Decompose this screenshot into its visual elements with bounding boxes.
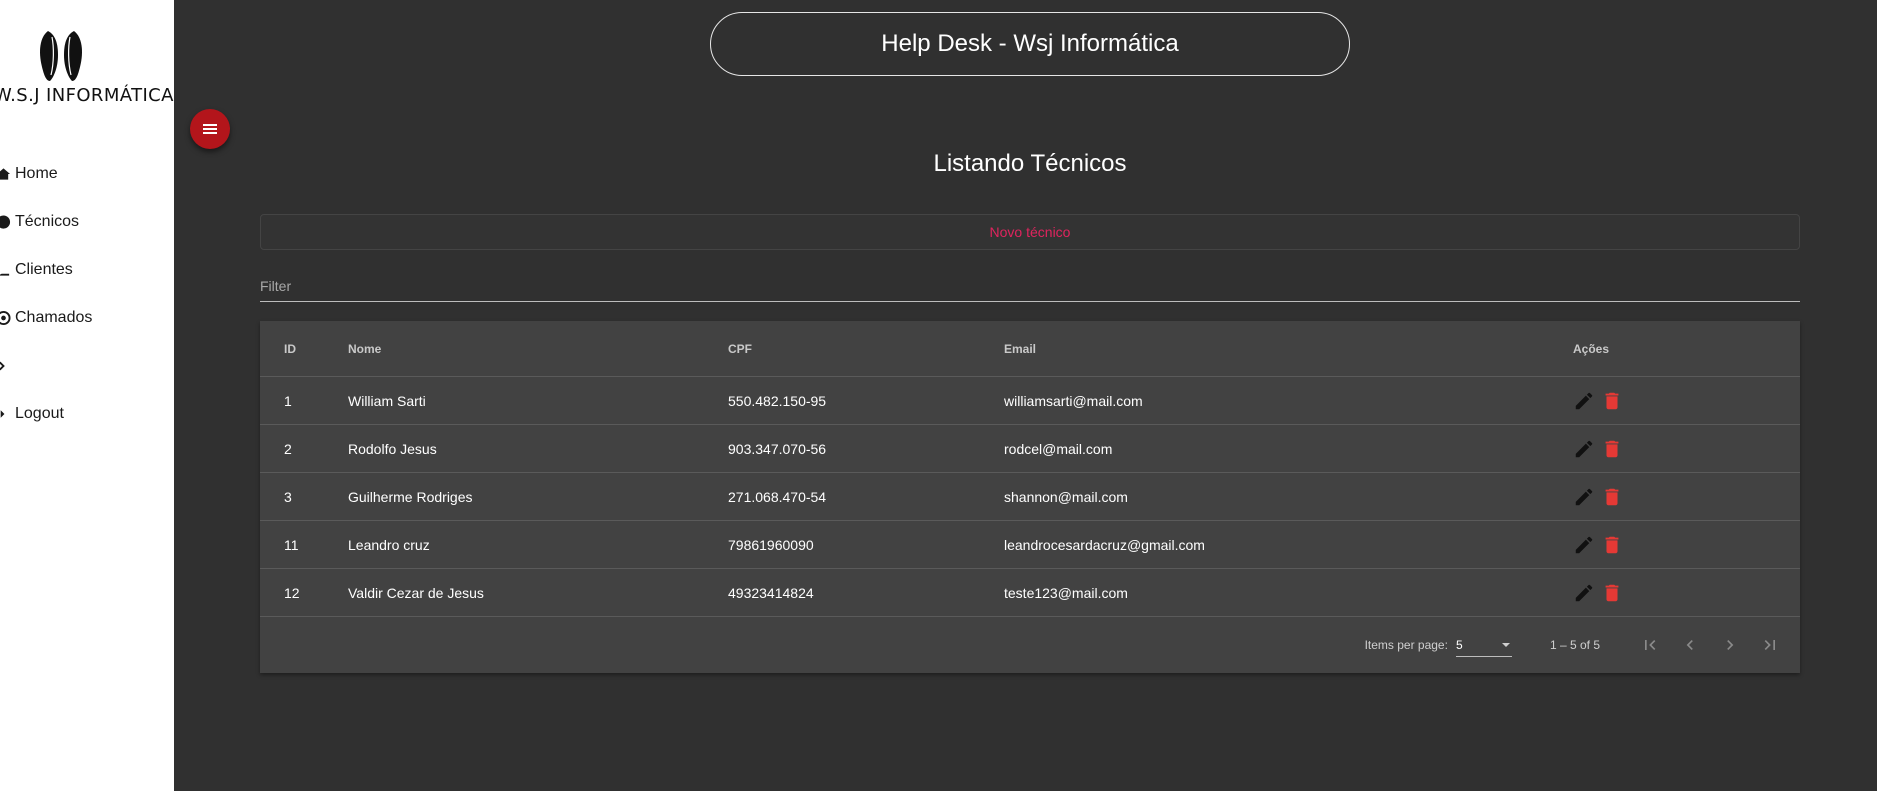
logo-text: W.S.J INFORMÁTICA	[0, 85, 174, 106]
cell-actions	[1573, 424, 1800, 473]
cell-nome: Rodolfo Jesus	[348, 424, 728, 473]
cell-nome: Valdir Cezar de Jesus	[348, 568, 728, 617]
previous-page-button[interactable]	[1670, 625, 1710, 665]
technicians-table: ID Nome CPF Email Ações 1 William Sarti …	[260, 321, 1800, 617]
sidebar-item-label: Home	[15, 165, 58, 182]
sidebar-item-clientes[interactable]: Clientes	[0, 255, 73, 285]
dropdown-arrow-icon	[1501, 642, 1510, 647]
app-title: Help Desk - Wsj Informática	[881, 30, 1179, 57]
sidebar-item-label: Logout	[15, 405, 64, 422]
sidebar-item-home[interactable]: Home	[0, 159, 58, 189]
people-icon	[0, 255, 11, 285]
sidebar-item-label: Clientes	[15, 261, 73, 278]
items-per-page-label: Items per page:	[1364, 638, 1448, 652]
cell-id: 11	[260, 520, 348, 569]
sidebar-item-label: Chamados	[15, 309, 93, 326]
filter-field[interactable]	[260, 272, 1800, 302]
logo-mark-icon	[40, 29, 82, 81]
technicians-table-card: ID Nome CPF Email Ações 1 William Sarti …	[260, 321, 1800, 673]
table-header-row: ID Nome CPF Email Ações	[260, 321, 1800, 377]
sidebar-item-tecnicos[interactable]: Técnicos	[0, 207, 79, 237]
cell-actions	[1573, 376, 1800, 425]
filter-input[interactable]	[260, 272, 1800, 300]
last-page-icon	[1764, 640, 1775, 650]
column-header-id[interactable]: ID	[260, 321, 348, 377]
app-header: Help Desk - Wsj Informática	[710, 12, 1350, 76]
cell-actions	[1573, 472, 1800, 521]
page-range-label: 1 – 5 of 5	[1549, 638, 1600, 652]
cell-id: 3	[260, 472, 348, 521]
cell-email: teste123@mail.com	[1004, 568, 1573, 617]
cell-cpf: 550.482.150-95	[728, 376, 1004, 425]
cell-nome: William Sarti	[348, 376, 728, 425]
new-technician-button[interactable]: Novo técnico	[260, 214, 1800, 250]
sidebar-item-arrow[interactable]	[0, 351, 15, 381]
cell-cpf: 79861960090	[728, 520, 1004, 569]
page-title: Listando Técnicos	[933, 150, 1127, 177]
home-icon	[0, 159, 11, 189]
cell-nome: Guilherme Rodriges	[348, 472, 728, 521]
column-header-acoes: Ações	[1573, 321, 1800, 377]
column-header-cpf[interactable]: CPF	[728, 321, 1004, 377]
sidebar-item-chamados[interactable]: Chamados	[0, 303, 92, 333]
menu-toggle-button[interactable]	[190, 109, 230, 149]
table-row: 2 Rodolfo Jesus 903.347.070-56 rodcel@ma…	[260, 424, 1800, 473]
table-row: 1 William Sarti 550.482.150-95 williamsa…	[260, 376, 1800, 425]
column-header-email[interactable]: Email	[1004, 321, 1573, 377]
last-page-button[interactable]	[1750, 625, 1790, 665]
cell-id: 1	[260, 376, 348, 425]
edit-icon[interactable]	[1573, 534, 1595, 556]
edit-icon[interactable]	[1573, 486, 1595, 508]
cell-actions	[1573, 520, 1800, 569]
logout-icon	[0, 399, 11, 429]
cell-email: leandrocesardacruz@gmail.com	[1004, 520, 1573, 569]
edit-icon[interactable]	[1573, 390, 1595, 412]
first-page-icon	[1645, 640, 1656, 650]
edit-icon[interactable]	[1573, 438, 1595, 460]
logo: W.S.J INFORMÁTICA	[0, 22, 173, 112]
arrow-icon	[0, 351, 11, 381]
delete-icon[interactable]	[1601, 534, 1623, 556]
delete-icon[interactable]	[1601, 390, 1623, 412]
chevron-right-icon	[1727, 640, 1734, 650]
cell-id: 2	[260, 424, 348, 473]
first-page-button[interactable]	[1630, 625, 1670, 665]
cell-cpf: 49323414824	[728, 568, 1004, 617]
menu-icon	[203, 124, 217, 134]
cell-email: shannon@mail.com	[1004, 472, 1573, 521]
delete-icon[interactable]	[1601, 582, 1623, 604]
cell-actions	[1573, 568, 1800, 617]
sidebar-item-logout[interactable]: Logout	[0, 399, 64, 429]
table-row: 11 Leandro cruz 79861960090 leandrocesar…	[260, 520, 1800, 569]
cell-email: williamsarti@mail.com	[1004, 376, 1573, 425]
paginator: Items per page: 5 1 – 5 of 5	[260, 617, 1800, 673]
table-row: 3 Guilherme Rodriges 271.068.470-54 shan…	[260, 472, 1800, 521]
sidebar: W.S.J INFORMÁTICA Home Técnicos Clientes…	[0, 0, 174, 791]
edit-icon[interactable]	[1573, 582, 1595, 604]
cell-cpf: 271.068.470-54	[728, 472, 1004, 521]
next-page-button[interactable]	[1710, 625, 1750, 665]
cell-email: rodcel@mail.com	[1004, 424, 1573, 473]
delete-icon[interactable]	[1601, 486, 1623, 508]
table-row: 12 Valdir Cezar de Jesus 49323414824 tes…	[260, 568, 1800, 617]
page-size-value: 5	[1455, 637, 1463, 652]
support-icon	[0, 303, 11, 333]
cell-id: 12	[260, 568, 348, 617]
cell-nome: Leandro cruz	[348, 520, 728, 569]
column-header-nome[interactable]: Nome	[348, 321, 728, 377]
person-icon	[0, 207, 11, 237]
page-size-select[interactable]: 5	[1455, 634, 1512, 657]
delete-icon[interactable]	[1601, 438, 1623, 460]
sidebar-item-label: Técnicos	[15, 213, 80, 230]
cell-cpf: 903.347.070-56	[728, 424, 1004, 473]
chevron-left-icon	[1686, 640, 1693, 650]
